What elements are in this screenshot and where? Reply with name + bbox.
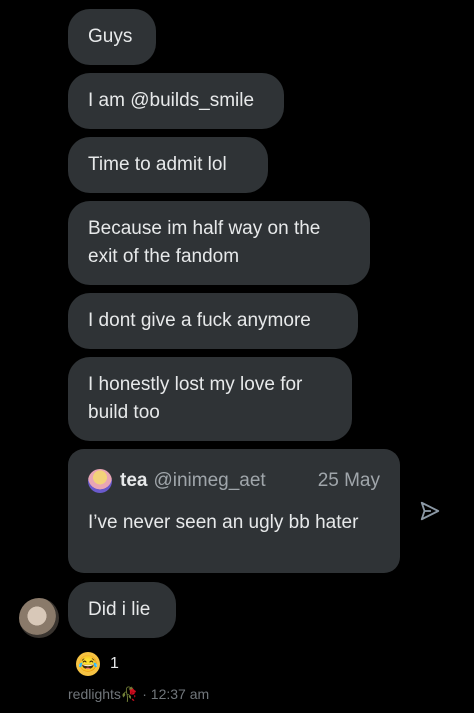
message-bubble[interactable]: Guys: [68, 9, 156, 65]
quoted-user-name: tea: [120, 470, 148, 491]
send-icon[interactable]: [419, 500, 441, 522]
quoted-user-avatar: [88, 469, 112, 493]
message-bubble[interactable]: Because im half way on the exit of the f…: [68, 201, 370, 285]
laughing-emoji-icon: 😂: [76, 652, 100, 676]
message-meta: redlights🥀 · 12:37 am: [68, 686, 210, 702]
reaction-count: 1: [110, 655, 119, 672]
message-text: Time to admit lol: [88, 154, 227, 175]
message-text: Because im half way on the exit of the f…: [88, 218, 321, 267]
quoted-post-header: tea @inimeg_aet 25 May: [88, 467, 380, 495]
message-bubble[interactable]: Time to admit lol: [68, 137, 268, 193]
quoted-post-date: 25 May: [317, 470, 380, 491]
message-bubble[interactable]: I dont give a fuck anymore: [68, 293, 358, 349]
message-text: Did i lie: [88, 599, 151, 620]
message-bubble[interactable]: I am @builds_smile: [68, 73, 284, 129]
quoted-post-card[interactable]: tea @inimeg_aet 25 May I’ve never seen a…: [68, 449, 400, 573]
reaction-badge[interactable]: 😂 1: [76, 652, 119, 676]
message-text: Guys: [88, 26, 133, 47]
message-text: I dont give a fuck anymore: [88, 310, 311, 331]
message-bubble[interactable]: I honestly lost my love for build too: [68, 357, 352, 441]
sender-avatar[interactable]: [19, 598, 59, 638]
quoted-post-text: I’ve never seen an ugly bb hater: [88, 512, 359, 533]
message-bubble[interactable]: Did i lie: [68, 582, 176, 638]
message-text: I honestly lost my love for build too: [88, 374, 303, 423]
quoted-user-handle: @inimeg_aet: [153, 470, 266, 491]
message-text: I am @builds_smile: [88, 90, 255, 111]
